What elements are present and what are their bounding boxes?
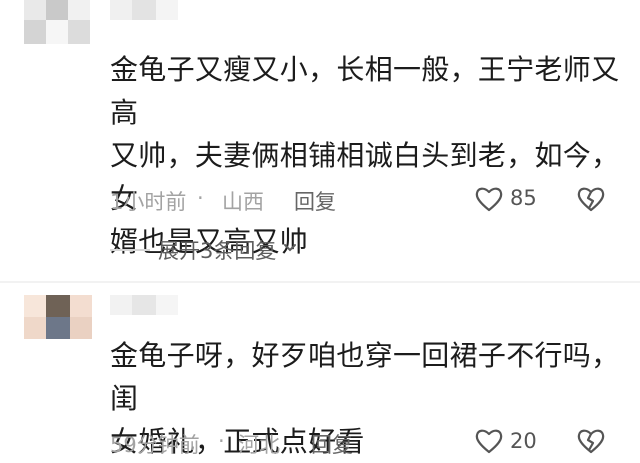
expand-replies-label[interactable]: 展开3条回复 <box>158 235 276 265</box>
comment-2: 金龟子呀，好歹咱也穿一回裙子不行吗，闺 女婚礼，正式点好看 59分钟前 · 河北… <box>0 283 640 462</box>
comment-time: 59分钟前 <box>110 433 200 457</box>
heart-outline-icon[interactable] <box>474 184 504 214</box>
comment-time: 1小时前 <box>110 190 187 214</box>
comment-text: 金龟子又瘦又小，长相一般，王宁老师又高 又帅，夫妻俩相铺相诚白头到老，如今，女 … <box>110 53 620 258</box>
meta-separator: · <box>197 186 204 210</box>
comment-location: 河北 <box>238 433 280 457</box>
avatar[interactable] <box>24 295 100 347</box>
reply-button[interactable]: 回复 <box>311 429 353 459</box>
avatar[interactable] <box>24 0 100 52</box>
expand-line <box>110 249 150 251</box>
comment-location: 山西 <box>222 190 264 214</box>
expand-replies[interactable]: 展开3条回复 <box>110 233 298 267</box>
like-count: 20 <box>510 429 537 453</box>
username[interactable] <box>110 0 180 22</box>
like-count: 85 <box>510 186 537 210</box>
meta-separator: · <box>218 429 225 453</box>
username[interactable] <box>110 295 180 317</box>
broken-heart-icon[interactable] <box>576 184 606 214</box>
chevron-down-icon[interactable] <box>282 240 298 260</box>
reply-button[interactable]: 回复 <box>294 186 336 216</box>
broken-heart-icon[interactable] <box>576 426 606 456</box>
comment-1: 金龟子又瘦又小，长相一般，王宁老师又高 又帅，夫妻俩相铺相诚白头到老，如今，女 … <box>0 0 640 281</box>
heart-outline-icon[interactable] <box>474 426 504 456</box>
